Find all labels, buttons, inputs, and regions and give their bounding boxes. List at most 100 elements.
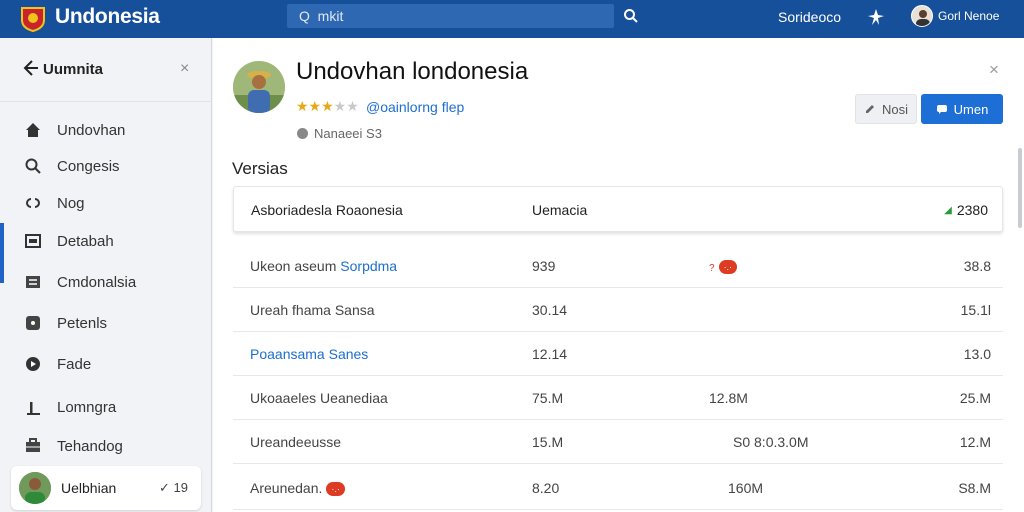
sidebar-item-label: Tehandog [57,437,123,455]
top-bar: Undonesia Sorideoco Gorl Nenoe [0,0,1024,38]
app-logo-icon[interactable] [18,4,48,32]
sidebar-item-congesis[interactable]: Congesis [0,148,211,184]
table-cell: 38.8 [963,258,991,274]
sidebar-item-label: Detabah [57,232,114,250]
chart-icon [27,402,40,415]
settings-icon[interactable] [866,7,886,27]
search-icon [25,158,41,174]
table-cell: Ukoaaeles Ueanediaa [250,390,388,406]
profile-photo [233,61,285,113]
document-icon [26,276,40,288]
table-cell: S0 8:0.3.0M [733,434,809,450]
column-header[interactable]: Uemacia [532,202,587,218]
cell-link[interactable]: Sorpdma [340,258,397,274]
status-badge: ·.· [718,260,738,275]
table-row[interactable]: Ukoaaeles Ueanediaa 75.M 12.8M 25.M [233,376,1003,420]
column-header[interactable]: Asboriadesla Roaonesia [251,202,403,218]
sidebar-item-detabah[interactable]: Detabah [0,223,211,283]
sidebar-item-label: Congesis [57,157,120,175]
back-arrow-icon[interactable] [20,58,40,78]
star-icon: ★★★ [296,98,334,114]
sidebar-item-nog[interactable]: Nog [0,185,211,221]
sidebar-user-name: Uelbhian [61,480,117,496]
table-row[interactable]: Areunedan. ·.· 8.20 160M S8.M [233,466,1003,510]
profile-name: Undovhan londonesia [296,58,529,85]
table-cell: 12.M [959,434,991,450]
close-icon[interactable]: × [180,60,189,78]
table-cell: S8.M [958,480,991,496]
table-cell: 25.M [959,390,991,406]
sidebar-item-lomngra[interactable]: Lomngra [0,389,211,425]
sidebar-item-label: Fade [57,355,92,373]
sidebar-item-cmdonalsia[interactable]: Cmdonalsia [0,264,211,300]
search-bar[interactable] [287,4,614,28]
secondary-button[interactable]: Nosi [855,94,917,124]
table-cell: Ukeon aseum Sorpdma [250,258,397,274]
message-icon [936,105,947,114]
sidebar-item-label: Undovhan [57,121,126,139]
search-input[interactable] [299,8,589,24]
table-cell: 15.1l [960,302,991,318]
home-icon [26,123,40,137]
status-badge: ·.· [326,482,345,497]
sidebar-item-fade[interactable]: Fade [0,346,211,382]
search-icon [624,9,638,23]
table-cell: 75.M [532,390,564,406]
sidebar: Uumnita × Undovhan Congesis Nog Detabah … [0,38,212,512]
sidebar-title: Uumnita [43,61,103,78]
table-cell: 15.M [532,434,564,450]
profile-meta: Nanaeei S3 [297,126,382,141]
sidebar-header: Uumnita × [0,38,211,102]
avatar [19,472,51,504]
trend-up-icon: ◢ [944,204,952,216]
primary-button-label: Umen [953,101,989,117]
location-icon [297,128,308,139]
edit-icon [865,105,874,113]
table-row[interactable]: Ukeon aseum Sorpdma 939 ? ·.· 38.8 [233,244,1003,288]
user-menu[interactable]: Gorl Nenoe [911,5,999,27]
app-title[interactable]: Undonesia [55,5,160,29]
sidebar-item-label: Nog [57,194,85,212]
top-nav-link[interactable]: Sorideoco [778,9,841,25]
table-header: Asboriadesla Roaonesia Uemacia ◢ 2380 [233,186,1003,232]
table-cell: 939 [532,258,556,274]
table-cell-link[interactable]: Poaansama Sanes [250,346,368,362]
section-title: Versias [232,159,288,178]
column-header-value: 2380 [956,202,988,218]
search-button[interactable] [618,4,644,28]
sidebar-item-petenls[interactable]: Petenls [0,305,211,341]
table-cell: Ureah fhama Sansa [250,302,375,318]
cell-text: Areunedan. [250,480,323,496]
column-header[interactable]: ◢ 2380 [944,202,988,218]
warning-mark: ? [709,263,715,274]
profile-meta-text: Nanaeei S3 [314,126,382,141]
user-name: Gorl Nenoe [938,9,1000,23]
main-panel: Undovhan londonesia ★★★★★ @oainlorng fle… [213,38,1024,512]
sidebar-item-undovhan[interactable]: Undovhan [0,112,211,148]
image-icon [25,234,41,248]
sidebar-item-label: Lomngra [57,398,117,416]
sidebar-user-badge: ✓ 19 [159,480,188,495]
link-icon [26,198,40,208]
table-cell: 12.8M [709,390,748,406]
table-cell: 13.0 [963,346,991,362]
table-row[interactable]: Poaansama Sanes 12.14 13.0 [233,332,1003,376]
table-row[interactable]: Ureah fhama Sansa 30.14 15.1l [233,288,1003,332]
table-cell: 8.20 [532,480,560,496]
cell-text: Ukeon aseum [250,258,341,274]
table-cell: 12.14 [532,346,568,362]
sidebar-item-tehandog[interactable]: Tehandog [0,428,211,464]
close-icon[interactable]: × [989,60,999,80]
table-cell: 30.14 [532,302,568,318]
table-row[interactable]: Ureandeeusse 15.M S0 8:0.3.0M 12.M [233,420,1003,464]
tag-icon [26,316,40,330]
avatar [911,5,933,27]
sidebar-user-card[interactable]: Uelbhian ✓ 19 [11,466,201,510]
circle-icon [26,357,40,371]
star-empty-icon: ★★ [333,98,359,114]
profile-link[interactable]: @oainlorng flep [366,99,464,115]
table-cell: ? ·.· [709,258,738,275]
primary-button[interactable]: Umen [921,94,1003,124]
scrollbar[interactable] [1018,148,1022,228]
sidebar-item-label: Petenls [57,314,108,332]
